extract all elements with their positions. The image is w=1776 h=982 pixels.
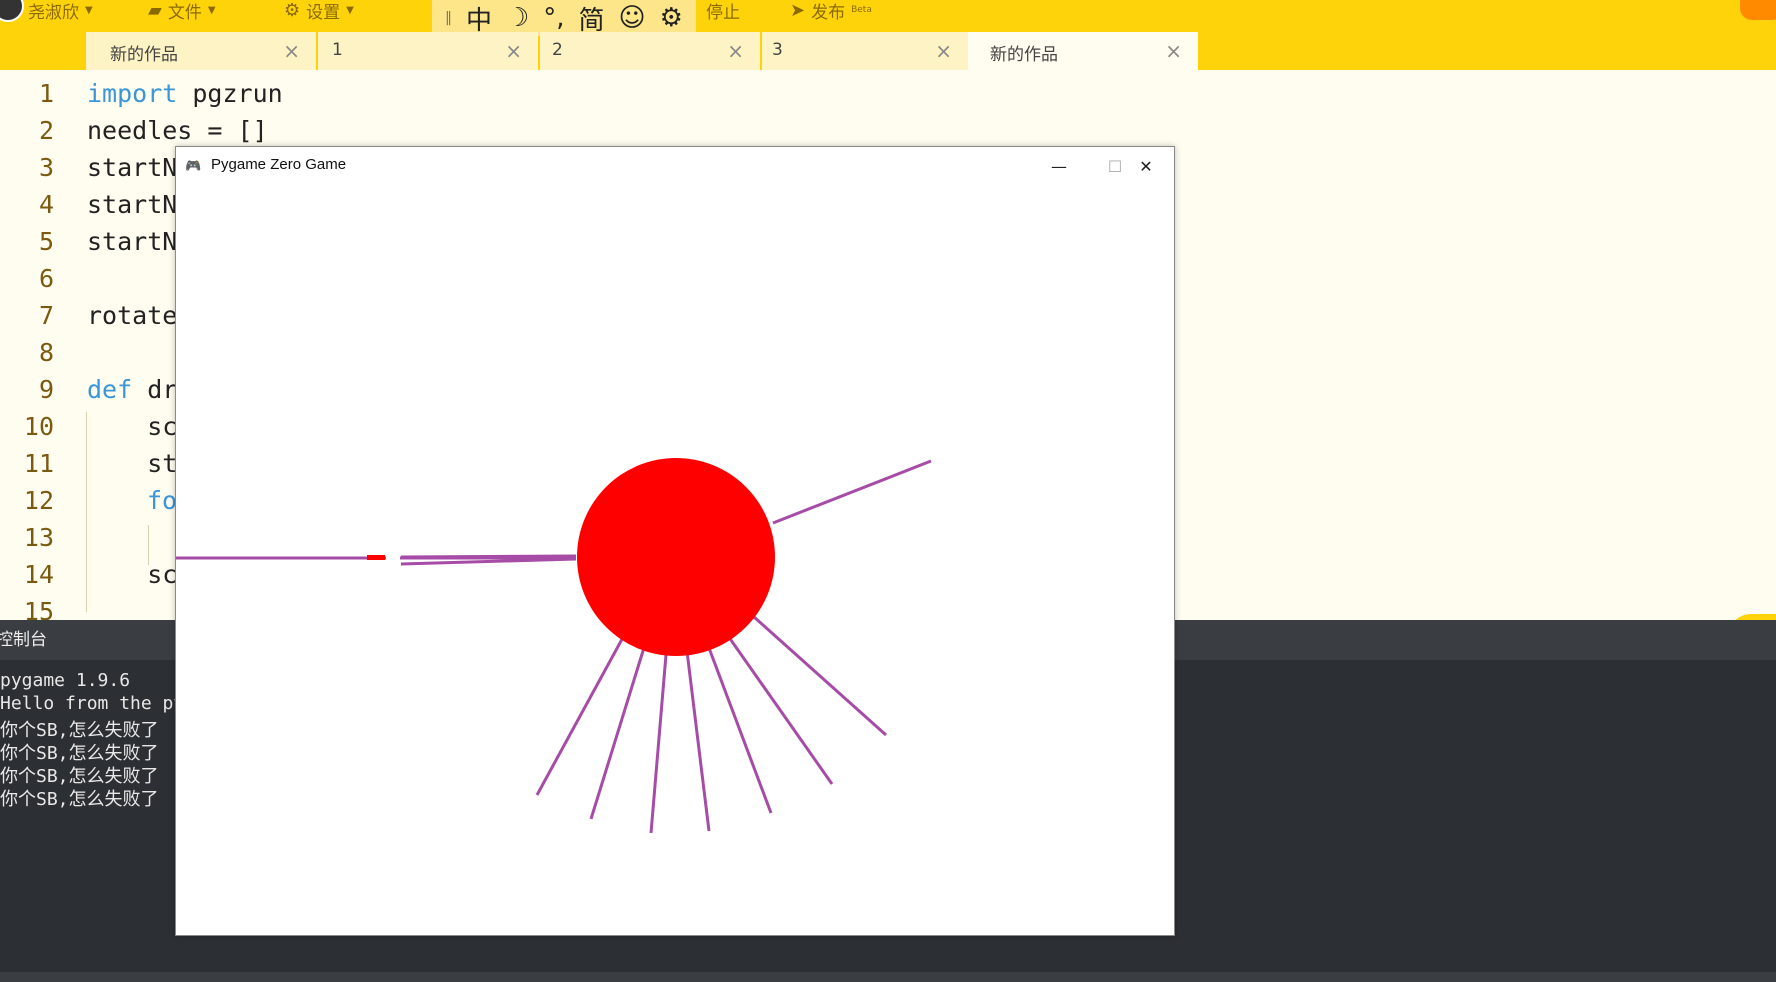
- tab-3[interactable]: 3 ×: [762, 32, 968, 70]
- close-button[interactable]: ✕: [1118, 147, 1174, 185]
- emoji-icon[interactable]: ☺: [619, 3, 646, 33]
- keyword: def: [87, 375, 133, 404]
- line-number: 7: [38, 301, 54, 330]
- close-icon[interactable]: ×: [283, 39, 300, 63]
- console-title: 控制台: [0, 630, 47, 650]
- line-number: 2: [38, 116, 54, 145]
- close-icon[interactable]: ×: [505, 39, 522, 63]
- console-line: pygame 1.9.6: [0, 670, 131, 691]
- file-menu-label: 文件: [167, 2, 202, 23]
- line-number: 14: [23, 560, 54, 589]
- code-text: startN: [87, 153, 178, 182]
- moon-icon[interactable]: ☽: [506, 3, 529, 33]
- line-number: 15: [23, 597, 54, 620]
- line-number: 12: [23, 486, 54, 515]
- line-number: 11: [23, 449, 54, 478]
- punctuation-toggle[interactable]: °,: [543, 3, 564, 33]
- drag-handle-icon[interactable]: ‖: [445, 10, 452, 26]
- code-text: dr: [132, 375, 178, 404]
- console-line: 你个SB,怎么失败了: [0, 789, 159, 810]
- code-text: startN: [87, 190, 178, 219]
- ime-toolbar: ‖ 中 ☽ °, 简 ☺ ⚙: [432, 0, 696, 36]
- tab-label: 3: [772, 40, 783, 60]
- chevron-down-icon: ▼: [85, 4, 93, 16]
- code-text: startN: [87, 227, 178, 256]
- close-icon[interactable]: ×: [1165, 39, 1182, 63]
- line-number: 1: [38, 79, 54, 108]
- tab-new-work-active[interactable]: 新的作品 ×: [968, 32, 1198, 70]
- gamepad-icon: 🎮: [185, 159, 202, 174]
- code-line[interactable]: 2 needles = []: [0, 112, 1776, 149]
- tab-label: 新的作品: [110, 45, 178, 65]
- send-icon: ➤: [790, 0, 806, 21]
- publish-label: 发布: [811, 2, 846, 23]
- window-titlebar[interactable]: 🎮 Pygame Zero Game — ☐ ✕: [176, 147, 1174, 186]
- line-number: 3: [38, 153, 54, 182]
- tab-1[interactable]: 1 ×: [318, 32, 538, 70]
- pygame-window[interactable]: 🎮 Pygame Zero Game — ☐ ✕: [175, 146, 1175, 936]
- user-name: 尧淑欣: [28, 2, 79, 23]
- gear-icon: ⚙: [284, 0, 301, 21]
- keyword: fo: [147, 486, 178, 515]
- avatar[interactable]: [0, 0, 24, 22]
- red-ball: [577, 458, 775, 656]
- top-toolbar: 尧淑欣 ▼ ▰ 文件 ▼ ⚙ 设置 ▼ 停止 ➤ 发布 Beta ‖ 中 ☽ °…: [0, 0, 1776, 70]
- file-menu[interactable]: ▰ 文件 ▼: [148, 0, 216, 23]
- user-menu[interactable]: 尧淑欣 ▼: [28, 0, 93, 23]
- tab-label: 1: [332, 40, 343, 60]
- needle: [400, 554, 577, 559]
- gear-icon[interactable]: ⚙: [660, 3, 683, 33]
- needle-tip: [367, 555, 385, 560]
- settings-menu[interactable]: ⚙ 设置 ▼: [284, 0, 354, 23]
- code-text: rotate: [87, 301, 178, 330]
- stop-label: 停止: [706, 2, 740, 23]
- status-strip: [0, 972, 1776, 982]
- chevron-down-icon: ▼: [207, 4, 216, 16]
- chevron-down-icon: ▼: [346, 4, 354, 16]
- tab-new-work-1[interactable]: 新的作品 ×: [86, 32, 316, 70]
- tab-label: 2: [552, 40, 563, 60]
- game-canvas[interactable]: [176, 185, 1174, 935]
- tab-2[interactable]: 2 ×: [540, 32, 760, 70]
- code-text: needles = []: [87, 116, 268, 145]
- settings-menu-label: 设置: [306, 2, 341, 23]
- minimize-button[interactable]: —: [1031, 147, 1087, 185]
- window-title: Pygame Zero Game: [211, 156, 347, 173]
- tab-label: 新的作品: [990, 45, 1058, 65]
- code-line[interactable]: 1 import pgzrun: [0, 75, 1776, 112]
- line-number: 10: [23, 412, 54, 441]
- line-number: 13: [23, 523, 54, 552]
- line-number: 4: [38, 190, 54, 219]
- line-number: 5: [38, 227, 54, 256]
- console-line: Hello from the py: [0, 693, 185, 714]
- beta-badge: Beta: [851, 5, 872, 15]
- account-button[interactable]: [1740, 0, 1776, 20]
- line-number: 9: [38, 375, 54, 404]
- keyword: import: [87, 79, 178, 108]
- close-icon[interactable]: ×: [935, 39, 952, 63]
- needle-gap: [386, 553, 400, 563]
- line-number: 6: [38, 264, 54, 293]
- publish-button[interactable]: ➤ 发布 Beta: [790, 0, 872, 23]
- close-icon[interactable]: ×: [727, 39, 744, 63]
- line-number: 8: [38, 338, 54, 367]
- code-text: pgzrun: [177, 79, 283, 108]
- code-text: st: [87, 449, 178, 478]
- code-text: sc: [87, 412, 178, 441]
- code-text: sc: [87, 560, 178, 589]
- folder-icon: ▰: [148, 0, 162, 21]
- stop-button[interactable]: 停止: [706, 0, 740, 23]
